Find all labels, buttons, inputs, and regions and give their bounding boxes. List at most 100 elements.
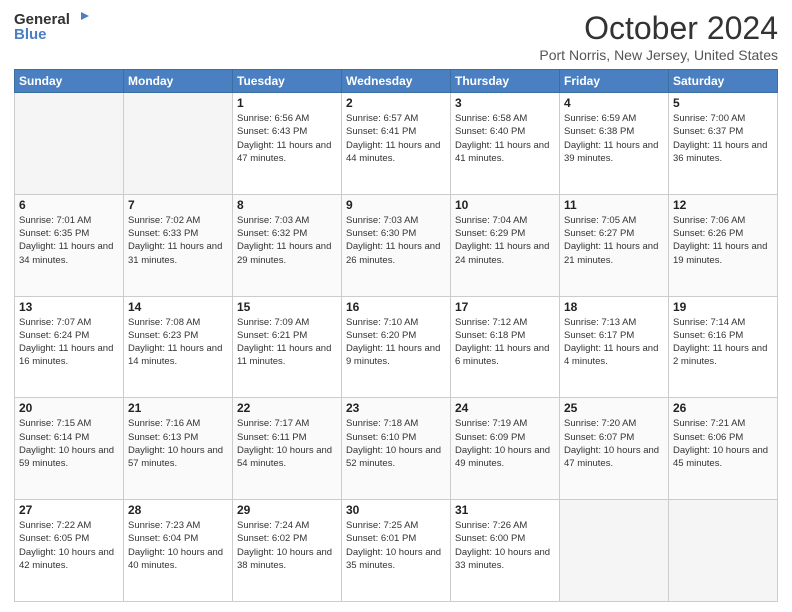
calendar-cell: 18Sunrise: 7:13 AM Sunset: 6:17 PM Dayli…: [560, 296, 669, 398]
calendar-header-row: SundayMondayTuesdayWednesdayThursdayFrid…: [15, 70, 778, 93]
day-info: Sunrise: 7:22 AM Sunset: 6:05 PM Dayligh…: [19, 519, 119, 572]
day-number: 17: [455, 300, 555, 314]
day-info: Sunrise: 7:15 AM Sunset: 6:14 PM Dayligh…: [19, 417, 119, 470]
day-number: 29: [237, 503, 337, 517]
calendar-week-row: 13 Sunrise: 7:07 AM Sunset: 6:24 PM Dayli…: [15, 296, 778, 398]
day-number: 24: [455, 401, 555, 415]
calendar-cell: 8 Sunrise: 7:03 AM Sunset: 6:32 PM Daylig…: [233, 194, 342, 296]
calendar-weekday-friday: Friday: [560, 70, 669, 93]
header: General Blue October 2024 Port Norris, N…: [14, 10, 778, 63]
day-info: Sunrise: 7:26 AM Sunset: 6:00 PM Dayligh…: [455, 519, 555, 572]
day-number: 28: [128, 503, 228, 517]
day-number: 20: [19, 401, 119, 415]
day-info: Sunrise: 7:02 AM Sunset: 6:33 PM Dayligh…: [128, 214, 228, 267]
day-info: Sunrise: 7:03 AM Sunset: 6:32 PM Dayligh…: [237, 214, 337, 267]
day-info: Sunrise: 7:05 AM Sunset: 6:27 PM Dayligh…: [564, 214, 664, 267]
calendar-cell: 24 Sunrise: 7:19 AM Sunset: 6:09 PM Dayli…: [451, 398, 560, 500]
day-number: 16: [346, 300, 446, 314]
day-number: 5: [673, 96, 773, 110]
calendar-cell: 9 Sunrise: 7:03 AM Sunset: 6:30 PM Daylig…: [342, 194, 451, 296]
calendar-cell: 14Sunrise: 7:08 AM Sunset: 6:23 PM Dayli…: [124, 296, 233, 398]
calendar-weekday-tuesday: Tuesday: [233, 70, 342, 93]
calendar-cell: 30Sunrise: 7:25 AM Sunset: 6:01 PM Dayli…: [342, 500, 451, 602]
calendar-cell: 15Sunrise: 7:09 AM Sunset: 6:21 PM Dayli…: [233, 296, 342, 398]
day-info: Sunrise: 6:56 AM Sunset: 6:43 PM Dayligh…: [237, 112, 337, 165]
day-info: Sunrise: 7:19 AM Sunset: 6:09 PM Dayligh…: [455, 417, 555, 470]
day-info: Sunrise: 7:12 AM Sunset: 6:18 PM Dayligh…: [455, 316, 555, 369]
calendar-cell: 19Sunrise: 7:14 AM Sunset: 6:16 PM Dayli…: [669, 296, 778, 398]
calendar-cell: 4Sunrise: 6:59 AM Sunset: 6:38 PM Daylig…: [560, 93, 669, 195]
calendar-cell: 27Sunrise: 7:22 AM Sunset: 6:05 PM Dayli…: [15, 500, 124, 602]
day-number: 12: [673, 198, 773, 212]
day-info: Sunrise: 7:24 AM Sunset: 6:02 PM Dayligh…: [237, 519, 337, 572]
calendar-week-row: 6 Sunrise: 7:01 AM Sunset: 6:35 PM Daylig…: [15, 194, 778, 296]
day-info: Sunrise: 7:21 AM Sunset: 6:06 PM Dayligh…: [673, 417, 773, 470]
day-info: Sunrise: 7:04 AM Sunset: 6:29 PM Dayligh…: [455, 214, 555, 267]
calendar-cell: 26Sunrise: 7:21 AM Sunset: 6:06 PM Dayli…: [669, 398, 778, 500]
day-info: Sunrise: 7:10 AM Sunset: 6:20 PM Dayligh…: [346, 316, 446, 369]
calendar-cell: 12 Sunrise: 7:06 AM Sunset: 6:26 PM Dayli…: [669, 194, 778, 296]
calendar-weekday-sunday: Sunday: [15, 70, 124, 93]
title-block: October 2024 Port Norris, New Jersey, Un…: [539, 10, 778, 63]
day-number: 18: [564, 300, 664, 314]
day-info: Sunrise: 7:23 AM Sunset: 6:04 PM Dayligh…: [128, 519, 228, 572]
day-number: 22: [237, 401, 337, 415]
day-info: Sunrise: 7:07 AM Sunset: 6:24 PM Dayligh…: [19, 316, 119, 369]
calendar-cell: 7Sunrise: 7:02 AM Sunset: 6:33 PM Daylig…: [124, 194, 233, 296]
calendar-week-row: 20 Sunrise: 7:15 AM Sunset: 6:14 PM Dayli…: [15, 398, 778, 500]
calendar-cell: 3 Sunrise: 6:58 AM Sunset: 6:40 PM Daylig…: [451, 93, 560, 195]
calendar-cell: 25Sunrise: 7:20 AM Sunset: 6:07 PM Dayli…: [560, 398, 669, 500]
day-number: 23: [346, 401, 446, 415]
calendar-cell: 31 Sunrise: 7:26 AM Sunset: 6:00 PM Dayli…: [451, 500, 560, 602]
location: Port Norris, New Jersey, United States: [539, 47, 778, 63]
calendar-cell: 29 Sunrise: 7:24 AM Sunset: 6:02 PM Dayli…: [233, 500, 342, 602]
logo-flag-icon: [71, 10, 89, 28]
calendar-week-row: 27Sunrise: 7:22 AM Sunset: 6:05 PM Dayli…: [15, 500, 778, 602]
calendar-cell: 20 Sunrise: 7:15 AM Sunset: 6:14 PM Dayli…: [15, 398, 124, 500]
day-number: 2: [346, 96, 446, 110]
day-info: Sunrise: 7:01 AM Sunset: 6:35 PM Dayligh…: [19, 214, 119, 267]
logo-blue-label: Blue: [14, 26, 47, 43]
day-info: Sunrise: 7:16 AM Sunset: 6:13 PM Dayligh…: [128, 417, 228, 470]
calendar-cell: 17 Sunrise: 7:12 AM Sunset: 6:18 PM Dayli…: [451, 296, 560, 398]
day-number: 21: [128, 401, 228, 415]
logo-blue-row: Blue: [14, 26, 47, 43]
calendar-cell: [15, 93, 124, 195]
day-info: Sunrise: 6:57 AM Sunset: 6:41 PM Dayligh…: [346, 112, 446, 165]
calendar-cell: 16 Sunrise: 7:10 AM Sunset: 6:20 PM Dayli…: [342, 296, 451, 398]
calendar-cell: 10 Sunrise: 7:04 AM Sunset: 6:29 PM Dayli…: [451, 194, 560, 296]
day-info: Sunrise: 7:25 AM Sunset: 6:01 PM Dayligh…: [346, 519, 446, 572]
day-number: 13: [19, 300, 119, 314]
day-number: 10: [455, 198, 555, 212]
calendar-cell: [124, 93, 233, 195]
day-number: 8: [237, 198, 337, 212]
day-number: 31: [455, 503, 555, 517]
calendar-cell: 23Sunrise: 7:18 AM Sunset: 6:10 PM Dayli…: [342, 398, 451, 500]
day-number: 15: [237, 300, 337, 314]
day-number: 4: [564, 96, 664, 110]
calendar-cell: 11 Sunrise: 7:05 AM Sunset: 6:27 PM Dayli…: [560, 194, 669, 296]
calendar-weekday-saturday: Saturday: [669, 70, 778, 93]
calendar-cell: 1 Sunrise: 6:56 AM Sunset: 6:43 PM Daylig…: [233, 93, 342, 195]
day-number: 3: [455, 96, 555, 110]
day-number: 6: [19, 198, 119, 212]
calendar-cell: 2 Sunrise: 6:57 AM Sunset: 6:41 PM Daylig…: [342, 93, 451, 195]
day-info: Sunrise: 7:06 AM Sunset: 6:26 PM Dayligh…: [673, 214, 773, 267]
day-info: Sunrise: 7:03 AM Sunset: 6:30 PM Dayligh…: [346, 214, 446, 267]
day-number: 1: [237, 96, 337, 110]
calendar-week-row: 1 Sunrise: 6:56 AM Sunset: 6:43 PM Daylig…: [15, 93, 778, 195]
day-info: Sunrise: 7:08 AM Sunset: 6:23 PM Dayligh…: [128, 316, 228, 369]
day-number: 11: [564, 198, 664, 212]
calendar-cell: 21 Sunrise: 7:16 AM Sunset: 6:13 PM Dayli…: [124, 398, 233, 500]
calendar-cell: 22 Sunrise: 7:17 AM Sunset: 6:11 PM Dayli…: [233, 398, 342, 500]
calendar-weekday-wednesday: Wednesday: [342, 70, 451, 93]
calendar-cell: 6 Sunrise: 7:01 AM Sunset: 6:35 PM Daylig…: [15, 194, 124, 296]
calendar-cell: 28 Sunrise: 7:23 AM Sunset: 6:04 PM Dayli…: [124, 500, 233, 602]
calendar-table: SundayMondayTuesdayWednesdayThursdayFrid…: [14, 69, 778, 602]
day-info: Sunrise: 6:58 AM Sunset: 6:40 PM Dayligh…: [455, 112, 555, 165]
day-info: Sunrise: 7:20 AM Sunset: 6:07 PM Dayligh…: [564, 417, 664, 470]
calendar-cell: 5Sunrise: 7:00 AM Sunset: 6:37 PM Daylig…: [669, 93, 778, 195]
day-number: 9: [346, 198, 446, 212]
page: General Blue October 2024 Port Norris, N…: [0, 0, 792, 612]
day-info: Sunrise: 7:17 AM Sunset: 6:11 PM Dayligh…: [237, 417, 337, 470]
